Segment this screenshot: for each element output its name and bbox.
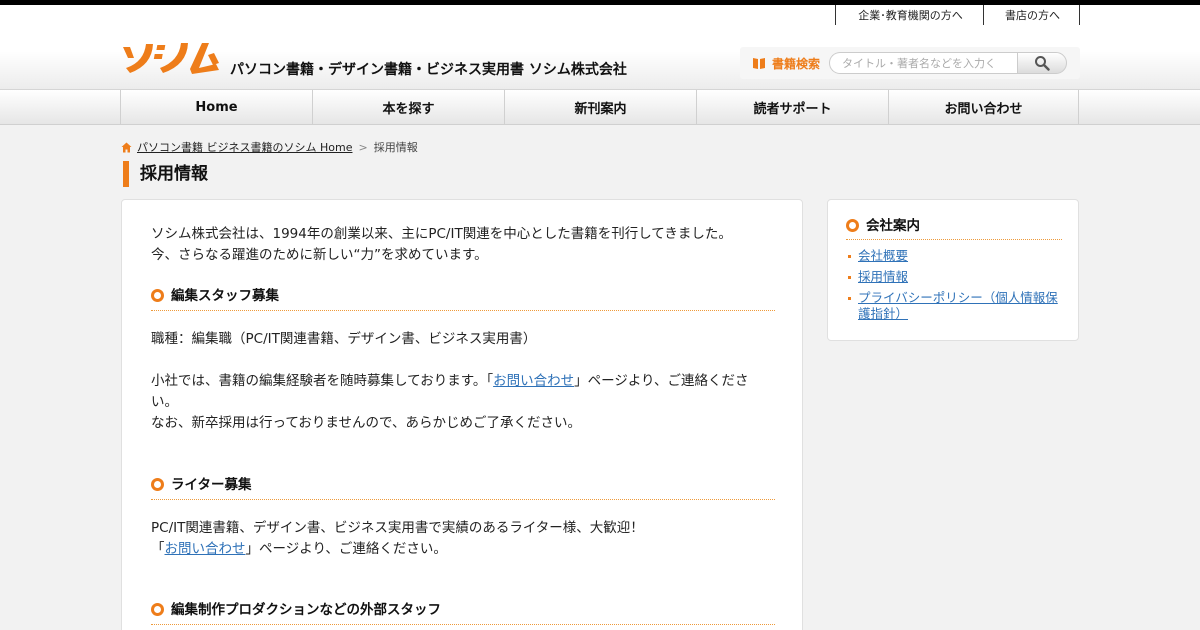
intro-line-2: 今、さらなる躍進のために新しい“力”を求めています。 — [151, 247, 488, 263]
utility-links: 企業･教育機関の方へ 書店の方へ — [835, 5, 1080, 25]
site-tagline: パソコン書籍・デザイン書籍・ビジネス実用書 ソシム株式会社 — [230, 62, 627, 78]
intro-text: ソシム株式会社は、1994年の創業以来、主にPC/IT関連を中心とした書籍を刊行… — [151, 224, 775, 266]
section-heading-writer: ライター募集 — [151, 475, 775, 500]
square-bullet-icon — [848, 297, 851, 300]
section-heading-external-staff: 編集制作プロダクションなどの外部スタッフ — [151, 600, 775, 625]
home-icon — [121, 142, 132, 152]
editor-note: なお、新卒採用は行っておりませんので、あらかじめご了承ください。 — [151, 415, 581, 431]
site-header: 企業･教育機関の方へ 書店の方へ パソコン書籍・デザイン書籍・ビジネス実用書 ソ… — [0, 5, 1200, 89]
util-link-corporate[interactable]: 企業･教育機関の方へ — [835, 5, 983, 25]
search-icon — [1035, 56, 1050, 71]
main-content-panel: ソシム株式会社は、1994年の創業以来、主にPC/IT関連を中心とした書籍を刊行… — [121, 199, 803, 630]
section-title-writer: ライター募集 — [171, 477, 252, 493]
nav-reader-support[interactable]: 読者サポート — [696, 90, 888, 124]
sidebar-item-recruit: 採用情報 — [846, 269, 1062, 285]
page-title: 採用情報 — [123, 161, 208, 187]
global-nav: Home 本を探す 新刊案内 読者サポート お問い合わせ — [0, 89, 1200, 125]
writer-contact-post: 」ページより、ご連絡ください。 — [245, 541, 447, 557]
writer-contact-pre: 「 — [151, 541, 165, 557]
breadcrumb: パソコン書籍 ビジネス書籍のソシム Home > 採用情報 — [121, 139, 418, 155]
writer-line-1: PC/IT関連書籍、デザイン書、ビジネス実用書で実績のあるライター様、大歓迎！ — [151, 520, 644, 536]
sidebar-link-company-overview[interactable]: 会社概要 — [858, 248, 908, 263]
square-bullet-icon — [848, 276, 851, 279]
util-link-bookstore[interactable]: 書店の方へ — [983, 5, 1080, 25]
intro-line-1: ソシム株式会社は、1994年の創業以来、主にPC/IT関連を中心とした書籍を刊行… — [151, 226, 732, 242]
section-body-writer: PC/IT関連書籍、デザイン書、ビジネス実用書で実績のあるライター様、大歓迎！ … — [151, 518, 775, 560]
sidebar-heading: 会社案内 — [846, 216, 1062, 240]
breadcrumb-home-link[interactable]: パソコン書籍 ビジネス書籍のソシム Home — [137, 139, 352, 155]
nav-new-releases[interactable]: 新刊案内 — [504, 90, 696, 124]
nav-home[interactable]: Home — [120, 90, 312, 124]
section-title-editor: 編集スタッフ募集 — [171, 288, 279, 304]
search-button[interactable] — [1017, 52, 1068, 74]
book-search-label: 書籍検索 — [752, 55, 820, 72]
sidebar-link-privacy[interactable]: プライバシーポリシー（個人情報保護指針） — [858, 290, 1058, 321]
sidebar-item-privacy: プライバシーポリシー（個人情報保護指針） — [846, 290, 1062, 322]
nav-contact[interactable]: お問い合わせ — [888, 90, 1079, 124]
section-heading-editor: 編集スタッフ募集 — [151, 286, 775, 311]
search-label-text: 書籍検索 — [772, 56, 821, 71]
contact-link-writer[interactable]: お問い合わせ — [165, 541, 246, 557]
circle-bullet-icon — [151, 289, 164, 302]
book-icon — [753, 58, 765, 69]
circle-bullet-icon — [151, 478, 164, 491]
writer-contact-text: 「お問い合わせ」ページより、ご連絡ください。 — [151, 539, 775, 560]
square-bullet-icon — [848, 255, 851, 258]
nav-find-books[interactable]: 本を探す — [312, 90, 504, 124]
sidebar-item-company-overview: 会社概要 — [846, 248, 1062, 264]
breadcrumb-separator: > — [358, 140, 368, 154]
section-body-editor: 職種：編集職（PC/IT関連書籍、デザイン書、ビジネス実用書） 小社では、書籍の… — [151, 329, 775, 434]
editor-contact-text: 小社では、書籍の編集経験者を随時募集しております。「お問い合わせ」ページより、ご… — [151, 371, 775, 413]
job-type: 職種：編集職（PC/IT関連書籍、デザイン書、ビジネス実用書） — [151, 331, 537, 347]
section-title-external-staff: 編集制作プロダクションなどの外部スタッフ — [171, 602, 441, 618]
sidebar-list: 会社概要 採用情報 プライバシーポリシー（個人情報保護指針） — [846, 248, 1062, 327]
circle-bullet-icon — [846, 219, 859, 232]
book-search: 書籍検索 — [740, 47, 1080, 79]
contact-link-editor[interactable]: お問い合わせ — [493, 373, 574, 389]
sidebar-link-recruit[interactable]: 採用情報 — [858, 269, 908, 284]
sidebar-company-info: 会社案内 会社概要 採用情報 プライバシーポリシー（個人情報保護指針） — [827, 199, 1079, 341]
circle-bullet-icon — [151, 603, 164, 616]
breadcrumb-current: 採用情報 — [373, 141, 418, 154]
sidebar-title: 会社案内 — [866, 218, 920, 234]
editor-contact-pre: 小社では、書籍の編集経験者を随時募集しております。「 — [151, 373, 494, 389]
search-input[interactable] — [829, 52, 1018, 74]
site-logo[interactable] — [120, 41, 220, 75]
